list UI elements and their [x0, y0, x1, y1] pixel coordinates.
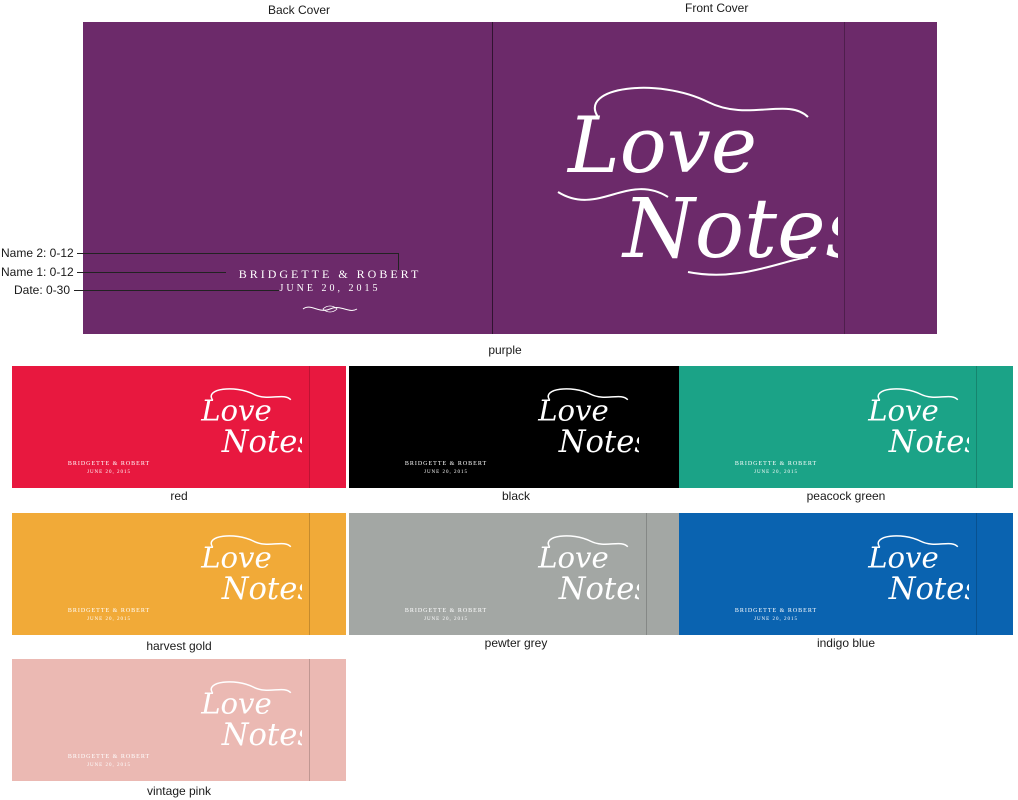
swatch-peacock-green[interactable]: BRIDGETTE & ROBERT JUNE 20, 2015 LoveNotes — [679, 366, 1013, 488]
flourish-ornament-icon — [302, 305, 358, 313]
thumb-logo-word-love: Love — [200, 686, 272, 720]
front-cover-label: Front Cover — [685, 1, 749, 15]
thumb-love-notes-logo: LoveNotes — [867, 535, 969, 607]
thumb-logo-word-love: Love — [867, 540, 939, 574]
thumb-couple-names: BRIDGETTE & ROBERT — [734, 608, 818, 614]
thumb-love-notes-logo: LoveNotes — [537, 535, 639, 607]
thumb-couple-names: BRIDGETTE & ROBERT — [67, 608, 151, 614]
thumb-love-notes-logo: LoveNotes — [867, 388, 969, 460]
swatch-red[interactable]: BRIDGETTE & ROBERT JUNE 20, 2015 LoveNotes — [12, 366, 346, 488]
swatch-pewter-grey[interactable]: BRIDGETTE & ROBERT JUNE 20, 2015 LoveNotes — [349, 513, 683, 635]
swatch-vintage-pink[interactable]: BRIDGETTE & ROBERT JUNE 20, 2015 LoveNotes — [12, 659, 346, 781]
thumb-couple-names: BRIDGETTE & ROBERT — [67, 754, 151, 760]
thumb-wedding-date: JUNE 20, 2015 — [424, 617, 468, 622]
thumb-wedding-date: JUNE 20, 2015 — [87, 763, 131, 768]
thumb-fold-line — [309, 366, 310, 488]
swatch-label-black: black — [501, 489, 530, 503]
thumb-logo-word-notes: Notes — [888, 572, 969, 607]
leader-line-name2 — [77, 253, 399, 254]
thumb-logo-word-notes: Notes — [221, 425, 302, 460]
thumb-logo-word-love: Love — [537, 393, 609, 427]
thumb-couple-names: BRIDGETTE & ROBERT — [404, 461, 488, 467]
swatch-label-pewter-grey: pewter grey — [484, 636, 548, 650]
thumb-fold-line — [976, 366, 977, 488]
wedding-date: JUNE 20, 2015 — [279, 283, 381, 294]
spine-line — [492, 22, 493, 334]
swatch-label-indigo-blue: indigo blue — [816, 636, 876, 650]
back-cover-label: Back Cover — [268, 3, 331, 17]
callout-date: Date: 0-30 — [14, 283, 71, 297]
thumb-logo-word-notes: Notes — [558, 572, 639, 607]
swatch-label-red: red — [170, 489, 188, 503]
main-preview-panel: BRIDGETTE & ROBERT JUNE 20, 2015 Love No… — [83, 22, 937, 334]
thumb-wedding-date: JUNE 20, 2015 — [87, 470, 131, 475]
love-notes-logo: Love Notes — [557, 86, 838, 277]
logo-word-love: Love — [566, 101, 757, 191]
leader-line-name2-drop — [398, 253, 399, 270]
fold-line — [844, 22, 845, 334]
swatch-label-peacock-green: peacock green — [806, 489, 886, 503]
thumb-fold-line — [309, 513, 310, 635]
swatch-black[interactable]: BRIDGETTE & ROBERT JUNE 20, 2015 LoveNotes — [349, 366, 683, 488]
thumb-fold-line — [646, 366, 647, 488]
thumb-logo-word-notes: Notes — [221, 718, 302, 753]
thumb-logo-word-notes: Notes — [221, 572, 302, 607]
leader-line-name1 — [77, 272, 226, 273]
thumb-logo-word-love: Love — [200, 540, 272, 574]
thumb-love-notes-logo: LoveNotes — [537, 388, 639, 460]
thumb-logo-word-notes: Notes — [558, 425, 639, 460]
thumb-logo-word-love: Love — [200, 393, 272, 427]
thumb-wedding-date: JUNE 20, 2015 — [87, 617, 131, 622]
swatch-label-vintage-pink: vintage pink — [146, 784, 212, 798]
thumb-couple-names: BRIDGETTE & ROBERT — [734, 461, 818, 467]
swatch-harvest-gold[interactable]: BRIDGETTE & ROBERT JUNE 20, 2015 LoveNotes — [12, 513, 346, 635]
swatch-label-harvest-gold: harvest gold — [146, 639, 212, 653]
thumb-love-notes-logo: LoveNotes — [200, 535, 302, 607]
thumb-wedding-date: JUNE 20, 2015 — [754, 470, 798, 475]
thumb-logo-word-notes: Notes — [888, 425, 969, 460]
thumb-wedding-date: JUNE 20, 2015 — [754, 617, 798, 622]
thumb-couple-names: BRIDGETTE & ROBERT — [404, 608, 488, 614]
thumb-fold-line — [309, 659, 310, 781]
main-color-label: purple — [488, 343, 522, 357]
logo-word-notes: Notes — [621, 182, 838, 277]
callout-name1: Name 1: 0-12 — [1, 265, 74, 279]
callout-name2: Name 2: 0-12 — [1, 246, 74, 260]
swatch-indigo-blue[interactable]: BRIDGETTE & ROBERT JUNE 20, 2015 LoveNotes — [679, 513, 1013, 635]
leader-line-date — [74, 290, 279, 291]
thumb-wedding-date: JUNE 20, 2015 — [424, 470, 468, 475]
thumb-love-notes-logo: LoveNotes — [200, 388, 302, 460]
thumb-logo-word-love: Love — [867, 393, 939, 427]
thumb-love-notes-logo: LoveNotes — [200, 681, 302, 753]
thumb-couple-names: BRIDGETTE & ROBERT — [67, 461, 151, 467]
thumb-fold-line — [646, 513, 647, 635]
couple-names: BRIDGETTE & ROBERT — [238, 267, 422, 281]
thumb-logo-word-love: Love — [537, 540, 609, 574]
thumb-fold-line — [976, 513, 977, 635]
